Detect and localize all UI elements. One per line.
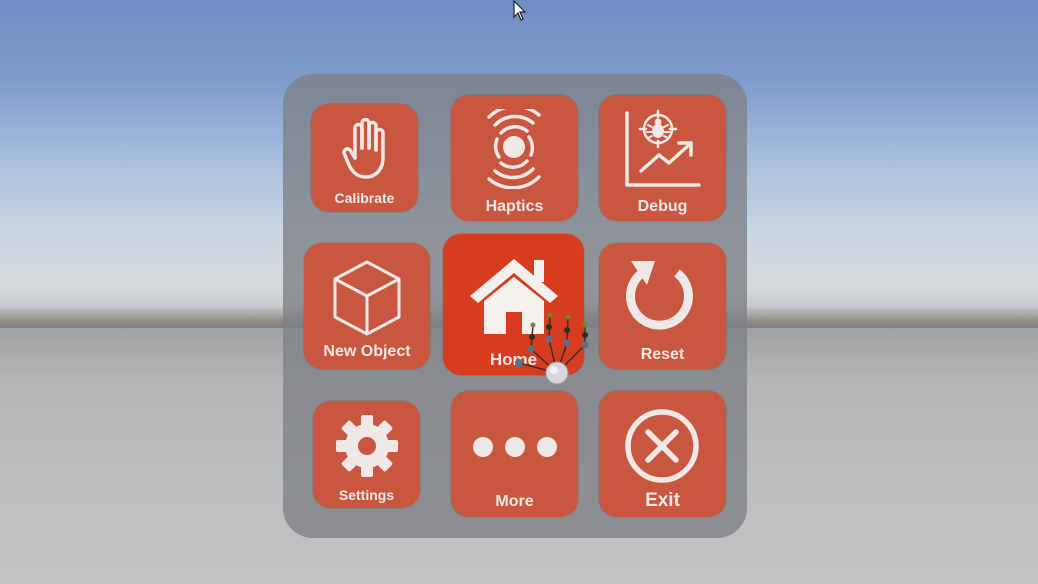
- settings-label: Settings: [338, 487, 395, 503]
- debug-label: Debug: [637, 198, 688, 215]
- calibrate-label: Calibrate: [334, 190, 395, 206]
- new-object-button[interactable]: New Object: [304, 243, 430, 369]
- exit-label: Exit: [645, 490, 680, 511]
- haptics-button[interactable]: Haptics: [451, 95, 578, 221]
- more-dots-icon: [473, 437, 557, 457]
- new-object-label: New Object: [323, 343, 411, 360]
- hand-icon: [342, 118, 385, 179]
- exit-button[interactable]: Exit: [599, 391, 726, 517]
- haptics-icon: [487, 109, 541, 189]
- haptics-label: Haptics: [485, 198, 544, 215]
- more-button[interactable]: More: [451, 391, 578, 517]
- calibrate-button[interactable]: Calibrate: [311, 104, 418, 212]
- unity-scene-view: Calibrate Haptics Debug New Object Home …: [0, 0, 1038, 584]
- mouse-cursor-icon: [513, 0, 527, 21]
- debug-button[interactable]: Debug: [599, 95, 726, 221]
- reset-button[interactable]: Reset: [599, 243, 726, 369]
- debug-chart-icon: [625, 109, 701, 187]
- tracked-hand-skeleton: [515, 312, 589, 385]
- settings-button[interactable]: Settings: [313, 401, 420, 508]
- exit-icon: [625, 409, 699, 483]
- reset-icon: [626, 261, 693, 330]
- cube-icon: [333, 260, 401, 336]
- reset-label: Reset: [640, 346, 685, 363]
- gear-icon: [336, 415, 398, 477]
- more-label: More: [495, 493, 534, 510]
